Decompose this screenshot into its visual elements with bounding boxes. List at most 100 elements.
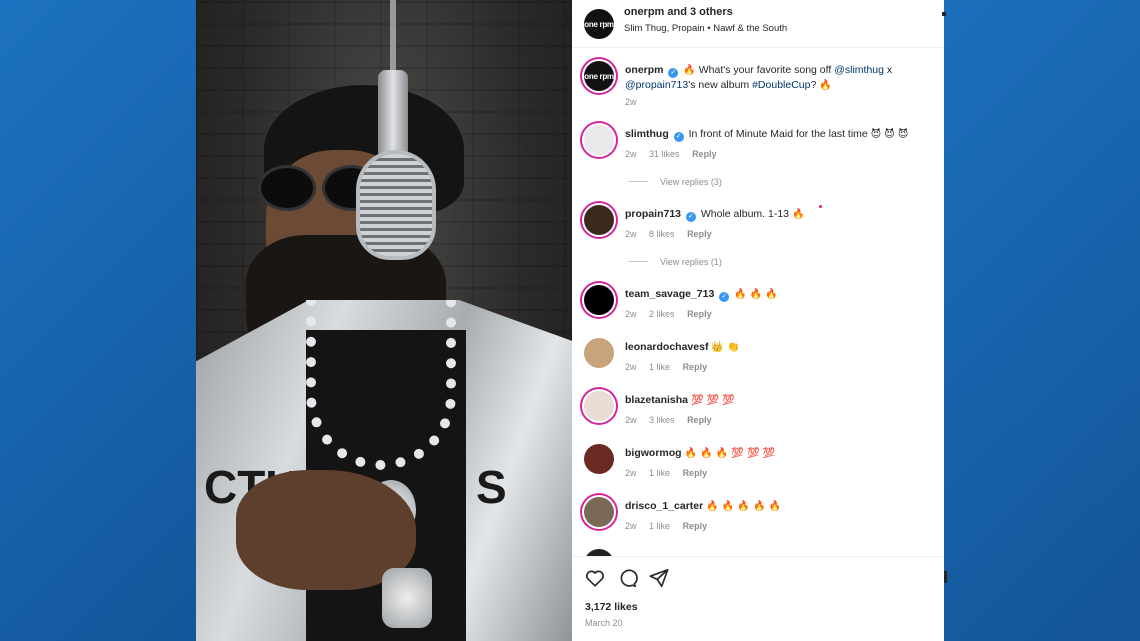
scroll-marker xyxy=(944,571,947,583)
comment-time[interactable]: 2w xyxy=(625,415,637,425)
caption-part: x xyxy=(883,64,893,76)
comment-likes[interactable]: 3 likes xyxy=(649,415,675,425)
comment-text: leonardochavesf 👑 👏 xyxy=(625,340,930,355)
comment-text: drisco_1_carter 🔥 🔥 🔥 🔥 🔥 xyxy=(625,499,930,514)
comment-username[interactable]: leonardochavesf xyxy=(625,341,708,353)
view-replies-button[interactable]: View replies (3) xyxy=(628,177,722,187)
fire-hundred-emoji: 🔥 🔥 🔥 💯 💯 💯 xyxy=(684,448,776,459)
comment-likes[interactable]: 1 like xyxy=(649,521,670,531)
fire-emoji: 🔥 xyxy=(819,80,832,91)
comment-time[interactable]: 2w xyxy=(625,521,637,531)
fire-emoji: 🔥 🔥 🔥 🔥 🔥 xyxy=(706,501,782,512)
caption-part: ? xyxy=(810,79,820,91)
devil-emoji: 😈 😈 😈 xyxy=(870,129,909,140)
comment-avatar[interactable] xyxy=(584,285,614,315)
watch xyxy=(382,568,432,628)
comment-avatar[interactable] xyxy=(584,391,614,421)
post-photo[interactable]: CTU S xyxy=(196,0,572,641)
scroll-marker xyxy=(942,12,946,16)
header-avatar[interactable]: one rpm xyxy=(584,9,614,39)
mention-slimthug[interactable]: @slimthug xyxy=(834,64,884,76)
comment-username[interactable]: propain713 xyxy=(625,208,681,220)
verified-icon: ✓ xyxy=(673,132,684,142)
comment-username[interactable]: blazetanisha xyxy=(625,394,688,406)
post-date[interactable]: March 20 xyxy=(585,618,623,628)
comment-icon[interactable] xyxy=(616,567,638,589)
crown-clap-emoji: 👑 👏 xyxy=(711,342,740,353)
reply-button[interactable]: Reply xyxy=(683,521,708,531)
post-authors[interactable]: onerpm and 3 others xyxy=(624,6,733,18)
verified-icon: ✓ xyxy=(719,292,730,302)
caption-part: What's your favorite song off xyxy=(695,64,835,76)
mic-neck xyxy=(378,70,408,160)
comment-likes[interactable]: 1 like xyxy=(649,362,670,372)
comment-text: propain713 ✓ Whole album. 1-13 🔥 xyxy=(625,207,930,222)
comment-likes[interactable]: 2 likes xyxy=(649,309,675,319)
comment-time[interactable]: 2w xyxy=(625,468,637,478)
fire-emoji: 🔥 xyxy=(683,65,696,76)
post-audio[interactable]: Slim Thug, Propain • Nawf & the South xyxy=(624,23,787,34)
caption-username[interactable]: onerpm xyxy=(625,64,664,76)
comment-likes[interactable]: 31 likes xyxy=(649,149,680,159)
reply-button[interactable]: Reply xyxy=(683,468,708,478)
background-left-panel xyxy=(0,0,196,641)
reply-button[interactable]: Reply xyxy=(683,362,708,372)
comment-time[interactable]: 2w xyxy=(625,309,637,319)
mention-propain713[interactable]: @propain713 xyxy=(625,79,688,91)
comment-time[interactable]: 2w xyxy=(625,362,637,372)
like-count[interactable]: 3,172 likes xyxy=(585,601,638,613)
comment-meta: 2w 8 likes Reply xyxy=(625,229,722,239)
background-right-panel xyxy=(944,0,1140,641)
comment-avatar[interactable] xyxy=(584,497,614,527)
comment-avatar[interactable] xyxy=(584,549,614,556)
hundred-emoji: 💯 💯 💯 xyxy=(690,395,735,406)
jacket-lettering-right: S xyxy=(476,461,507,513)
comment-likes[interactable]: 1 like xyxy=(649,468,670,478)
comments-list[interactable]: one rpm onerpm ✓ 🔥 What's your favorite … xyxy=(572,49,944,556)
fire-emoji: 🔥 🔥 🔥 xyxy=(734,289,778,300)
comment-avatar[interactable] xyxy=(584,444,614,474)
share-icon[interactable] xyxy=(648,567,670,589)
comment-avatar[interactable] xyxy=(584,125,614,155)
comment-meta: 2w 1 like Reply xyxy=(625,521,717,531)
instagram-post-panel: one rpm onerpm and 3 others Slim Thug, P… xyxy=(572,0,947,641)
comment-meta: 2w 2 likes Reply xyxy=(625,309,722,319)
reply-button[interactable]: Reply xyxy=(687,415,712,425)
comment-body: In front of Minute Maid for the last tim… xyxy=(688,128,868,140)
post-header: one rpm onerpm and 3 others Slim Thug, P… xyxy=(572,0,946,48)
caption-time[interactable]: 2w xyxy=(625,97,637,107)
comment-avatar[interactable] xyxy=(584,338,614,368)
fire-emoji: 🔥 xyxy=(791,209,805,220)
hashtag-doublecup[interactable]: #DoubleCup xyxy=(752,79,810,91)
verified-icon: ✓ xyxy=(668,68,679,78)
comment-text: slimthug ✓ In front of Minute Maid for t… xyxy=(625,127,930,142)
comment-meta: 2w 31 likes Reply xyxy=(625,149,727,159)
comment-avatar[interactable] xyxy=(584,205,614,235)
comment-username[interactable]: drisco_1_carter xyxy=(625,500,703,512)
caption-text: onerpm ✓ 🔥 What's your favorite song off… xyxy=(625,63,930,93)
caption-avatar[interactable]: one rpm xyxy=(584,61,614,91)
verified-icon: ✓ xyxy=(685,212,696,222)
comment-text: blazetanisha 💯 💯 💯 xyxy=(625,393,930,408)
comment-username[interactable]: team_savage_713 xyxy=(625,288,714,300)
view-replies-button[interactable]: View replies (1) xyxy=(628,257,722,267)
caption-meta: 2w xyxy=(625,97,647,107)
divider-line xyxy=(628,181,648,182)
comment-text: team_savage_713 ✓ 🔥 🔥 🔥 xyxy=(625,287,930,302)
divider-line xyxy=(628,261,648,262)
reply-button[interactable]: Reply xyxy=(692,149,717,159)
comment-time[interactable]: 2w xyxy=(625,149,637,159)
comment-likes[interactable]: 8 likes xyxy=(649,229,675,239)
comment-username[interactable]: bigwormog xyxy=(625,447,682,459)
comment-text: bigwormog 🔥 🔥 🔥 💯 💯 💯 xyxy=(625,446,930,461)
comment-meta: 2w 3 likes Reply xyxy=(625,415,722,425)
chain xyxy=(306,300,456,470)
notification-dot xyxy=(819,205,822,208)
heart-icon[interactable] xyxy=(584,567,606,589)
reply-button[interactable]: Reply xyxy=(687,229,712,239)
comment-username[interactable]: slimthug xyxy=(625,128,669,140)
comment-meta: 2w 1 like Reply xyxy=(625,362,717,372)
comment-time[interactable]: 2w xyxy=(625,229,637,239)
microphone xyxy=(356,150,436,260)
reply-button[interactable]: Reply xyxy=(687,309,712,319)
